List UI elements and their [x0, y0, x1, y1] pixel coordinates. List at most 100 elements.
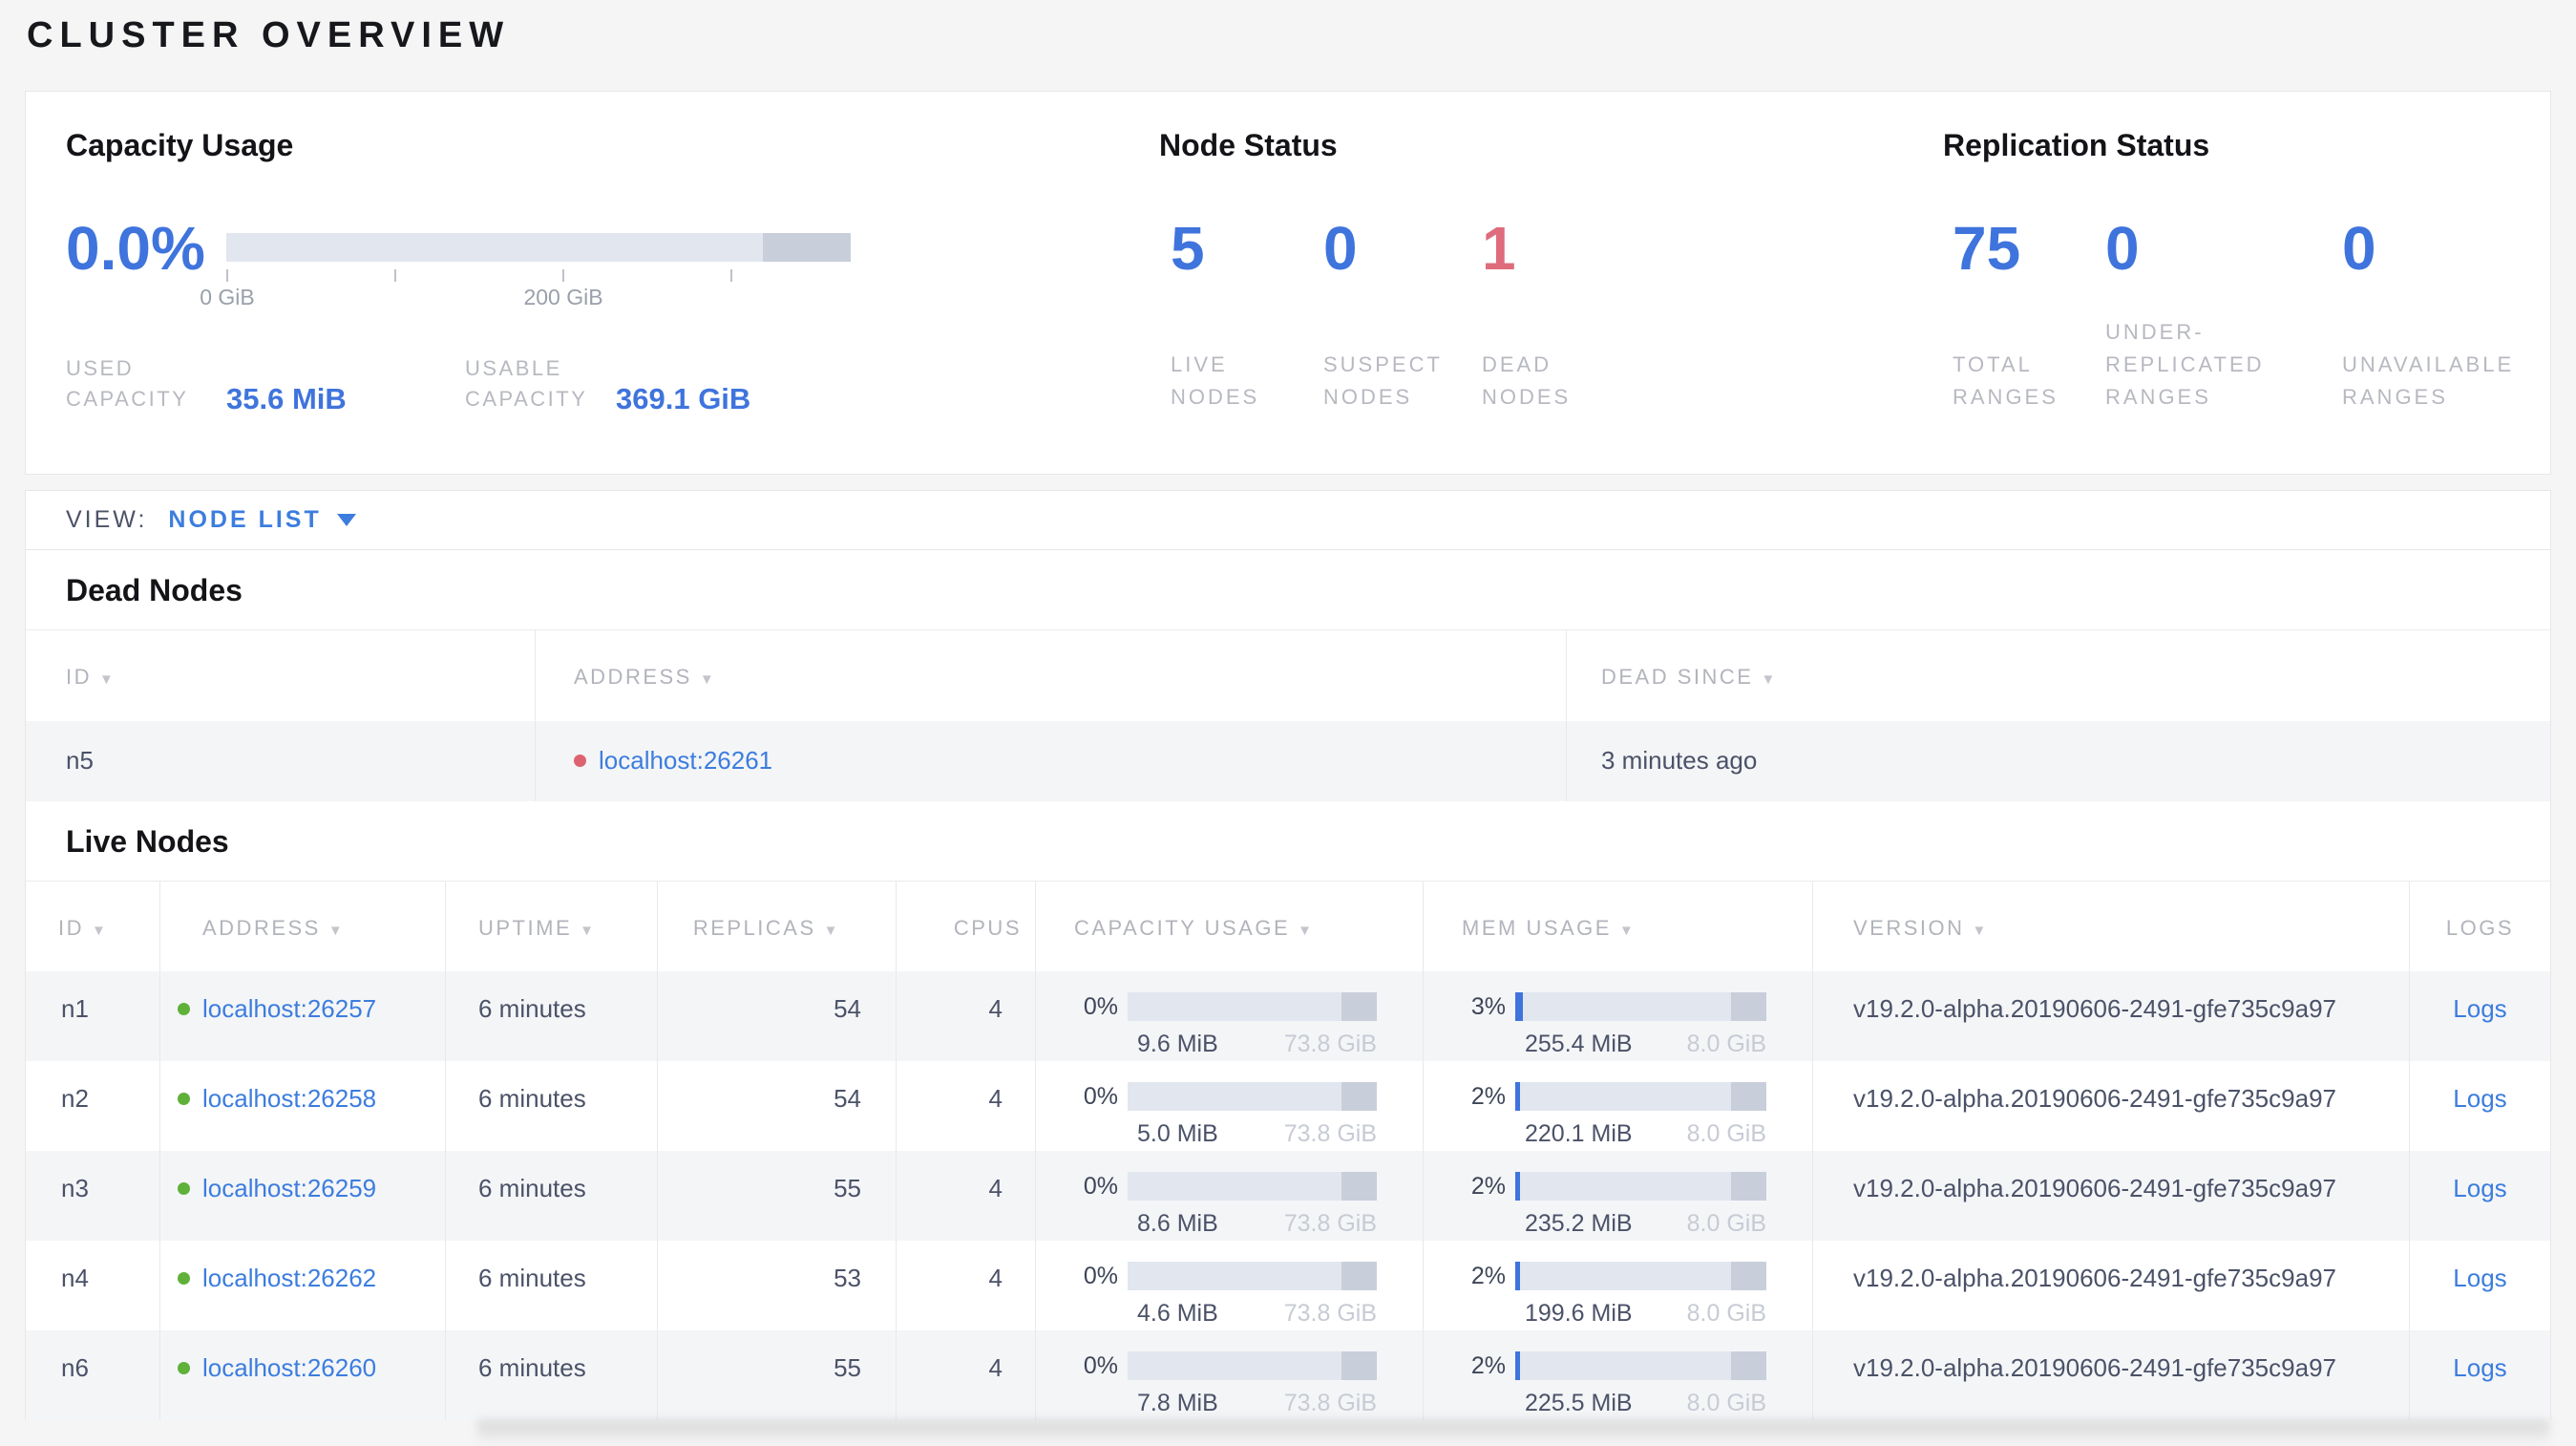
mem-used-value: 255.4 MiB	[1525, 1031, 1633, 1057]
column-header-uptime[interactable]: UPTIME ▼	[446, 882, 658, 971]
node-id: n6	[26, 1330, 160, 1420]
mem-mini-bar	[1515, 1172, 1766, 1201]
node-address-link[interactable]: localhost:26258	[202, 1084, 376, 1113]
column-header-cpus: CPUS	[897, 882, 1036, 971]
mem-mini-bar	[1515, 1082, 1766, 1111]
node-address-cell: localhost:26261	[536, 721, 1567, 801]
column-header-mem-usage[interactable]: MEM USAGE ▼	[1424, 882, 1813, 971]
capacity-percent: 0%	[1083, 1262, 1118, 1289]
node-address-link[interactable]: localhost:26262	[202, 1264, 376, 1292]
live-status-dot-icon	[178, 1093, 190, 1105]
node-address-cell: localhost:26257	[160, 971, 446, 1061]
mem-total-value: 8.0 GiB	[1686, 1120, 1766, 1147]
replication-status-title: Replication Status	[1943, 128, 2210, 162]
logs-link[interactable]: Logs	[2453, 1264, 2506, 1292]
column-header-address[interactable]: ADDRESS ▼	[160, 882, 446, 971]
node-version: v19.2.0-alpha.20190606-2491-gfe735c9a97	[1813, 971, 2410, 1061]
mem-usage-cell: 2% 235.2 MiB 8.0 GiB	[1424, 1151, 1813, 1241]
logs-cell: Logs	[2410, 1151, 2550, 1241]
node-address-cell: localhost:26259	[160, 1151, 446, 1241]
capacity-usage-bar	[226, 233, 851, 262]
live-nodes-rows: n1 localhost:26257 6 minutes 54 4 0% 9.6…	[26, 971, 2550, 1420]
column-header-address[interactable]: ADDRESS ▼	[536, 630, 1567, 721]
label-line: CAPACITY	[465, 387, 588, 411]
view-dropdown[interactable]: NODE LIST	[168, 506, 321, 534]
node-address-link[interactable]: localhost:26259	[202, 1174, 376, 1202]
live-node-row: n6 localhost:26260 6 minutes 55 4 0% 7.8…	[26, 1330, 2550, 1420]
logs-cell: Logs	[2410, 971, 2550, 1061]
column-header-capacity-usage[interactable]: CAPACITY USAGE ▼	[1036, 882, 1424, 971]
node-id: n2	[26, 1061, 160, 1151]
axis-tick	[394, 269, 396, 282]
mem-usage-cell: 3% 255.4 MiB 8.0 GiB	[1424, 971, 1813, 1061]
node-uptime: 6 minutes	[446, 1061, 658, 1151]
under-replicated-ranges-label: UNDER- REPLICATED RANGES	[2105, 320, 2265, 409]
column-header-dead-since[interactable]: DEAD SINCE ▼	[1567, 630, 2550, 721]
sort-arrow-icon: ▼	[327, 923, 346, 939]
column-header-id[interactable]: ID ▼	[26, 882, 160, 971]
axis-tick-label: 0 GiB	[200, 285, 255, 309]
column-header-logs: LOGS	[2445, 916, 2515, 940]
chevron-down-icon[interactable]	[336, 514, 356, 526]
capacity-percent: 0%	[1083, 1351, 1118, 1379]
mem-total-value: 8.0 GiB	[1686, 1390, 1766, 1416]
mem-percent: 2%	[1470, 1172, 1506, 1200]
axis-tick	[730, 269, 732, 282]
node-address-link[interactable]: localhost:26261	[599, 746, 772, 775]
logs-link[interactable]: Logs	[2453, 1084, 2506, 1113]
column-header-id[interactable]: ID ▼	[26, 630, 536, 721]
dead-nodes-section-title: Dead Nodes	[66, 573, 243, 607]
node-address-link[interactable]: localhost:26260	[202, 1353, 376, 1382]
capacity-percent: 0%	[1083, 1172, 1118, 1200]
capacity-used-value: 7.8 MiB	[1137, 1390, 1218, 1416]
view-label: VIEW:	[66, 506, 148, 533]
mem-mini-bar	[1515, 992, 1766, 1021]
live-status-dot-icon	[178, 1003, 190, 1015]
suspect-nodes-label: SUSPECT NODES	[1323, 352, 1443, 409]
capacity-used-value: 5.0 MiB	[1137, 1120, 1218, 1147]
page-title: CLUSTER OVERVIEW	[27, 15, 511, 55]
label-line: USED	[66, 356, 135, 380]
node-address-cell: localhost:26260	[160, 1330, 446, 1420]
column-header-replicas[interactable]: REPLICAS ▼	[658, 882, 897, 971]
node-status-title: Node Status	[1159, 128, 1338, 162]
unavailable-ranges-label: UNAVAILABLE RANGES	[2342, 352, 2515, 409]
live-nodes-section-title: Live Nodes	[66, 824, 229, 859]
usable-capacity-value: 369.1 GiB	[616, 382, 751, 415]
capacity-mini-bar	[1128, 1082, 1377, 1111]
node-address-link[interactable]: localhost:26257	[202, 994, 376, 1023]
node-version: v19.2.0-alpha.20190606-2491-gfe735c9a97	[1813, 1241, 2410, 1330]
logs-link[interactable]: Logs	[2453, 994, 2506, 1023]
capacity-percent: 0%	[1083, 1082, 1118, 1110]
capacity-used-value: 8.6 MiB	[1137, 1210, 1218, 1237]
logs-link[interactable]: Logs	[2453, 1353, 2506, 1382]
node-address-cell: localhost:26258	[160, 1061, 446, 1151]
mem-percent: 2%	[1470, 1351, 1506, 1379]
capacity-usage-cell: 0% 7.8 MiB 73.8 GiB	[1036, 1330, 1424, 1420]
sort-arrow-icon: ▼	[99, 671, 116, 688]
live-status-dot-icon	[178, 1182, 190, 1195]
mem-usage-cell: 2% 220.1 MiB 8.0 GiB	[1424, 1061, 1813, 1151]
mem-used-value: 199.6 MiB	[1525, 1300, 1633, 1327]
logs-cell: Logs	[2410, 1330, 2550, 1420]
capacity-usage-percent: 0.0%	[66, 214, 205, 283]
view-selector-bar: VIEW: NODE LIST	[26, 491, 2550, 550]
dead-status-dot-icon	[574, 755, 586, 767]
node-version: v19.2.0-alpha.20190606-2491-gfe735c9a97	[1813, 1061, 2410, 1151]
suspect-nodes-count: 0	[1323, 214, 1358, 283]
column-header-version[interactable]: VERSION ▼	[1813, 882, 2410, 971]
mem-mini-bar	[1515, 1262, 1766, 1290]
logs-link[interactable]: Logs	[2453, 1174, 2506, 1202]
live-nodes-label: LIVE NODES	[1171, 352, 1260, 409]
capacity-used-value: 4.6 MiB	[1137, 1300, 1218, 1327]
dead-nodes-count: 1	[1482, 214, 1516, 283]
logs-cell: Logs	[2410, 1061, 2550, 1151]
dead-since: 3 minutes ago	[1601, 746, 1758, 775]
capacity-mini-bar	[1128, 992, 1377, 1021]
mem-used-value: 220.1 MiB	[1525, 1120, 1633, 1147]
mem-total-value: 8.0 GiB	[1686, 1031, 1766, 1057]
node-replicas: 54	[658, 1061, 897, 1151]
node-uptime: 6 minutes	[446, 1151, 658, 1241]
node-replicas: 54	[658, 971, 897, 1061]
label-line: CAPACITY	[66, 387, 189, 411]
